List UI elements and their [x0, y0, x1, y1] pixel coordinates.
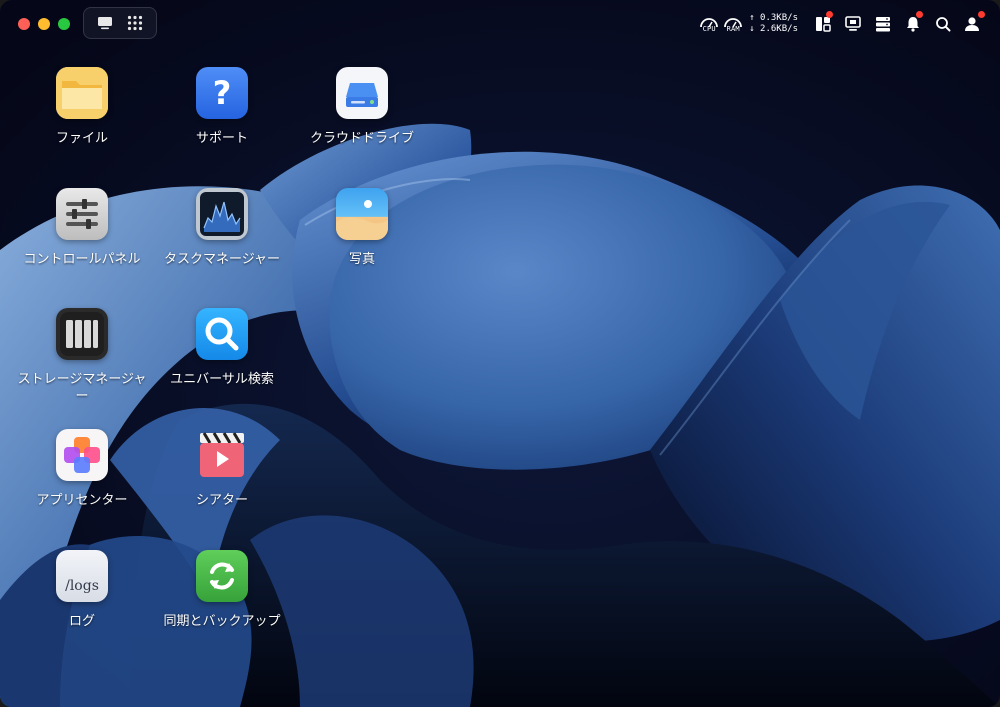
app-label: アプリセンター: [36, 492, 128, 507]
logs-tile-text: /logs: [65, 578, 99, 594]
view-switcher: [83, 7, 157, 39]
monitor-icon: [845, 16, 861, 31]
app-label: ファイル: [55, 130, 108, 145]
window-minimize-button[interactable]: [38, 18, 50, 30]
upload-speed: ↑ 0.3KB/s: [749, 13, 798, 23]
app-storage-manager[interactable]: ストレージマネージャー: [12, 308, 152, 404]
logs-icon: /logs: [56, 550, 108, 602]
user-notification-dot: [978, 11, 985, 18]
app-label: コントロールパネル: [23, 251, 141, 266]
app-app-center[interactable]: アプリセンター: [12, 429, 152, 508]
app-label: シアター: [195, 492, 248, 507]
sync-icon: [196, 550, 248, 602]
window-close-button[interactable]: [18, 18, 30, 30]
app-universal-search[interactable]: ユニバーサル検索: [152, 308, 292, 387]
app-label: ユニバーサル検索: [170, 371, 274, 386]
app-files[interactable]: ファイル: [12, 67, 152, 146]
widgets-button[interactable]: [808, 10, 838, 38]
ram-label: RAM: [726, 24, 740, 33]
desktop-window: CPU RAM ↑ 0.3KB/s ↓ 2.6KB/s ファイル ? サポート …: [0, 0, 1000, 707]
app-label: ログ: [68, 613, 95, 628]
download-speed: ↓ 2.6KB/s: [749, 24, 798, 34]
monitor-button[interactable]: [838, 10, 868, 38]
search-button[interactable]: [928, 10, 958, 38]
storage-icon: [56, 308, 108, 360]
app-center-icon: [56, 429, 108, 481]
app-label: 同期とバックアップ: [163, 613, 281, 628]
window-maximize-button[interactable]: [58, 18, 70, 30]
app-support[interactable]: ? サポート: [152, 67, 292, 146]
cloud-drive-icon: [336, 67, 388, 119]
sliders-icon: [56, 188, 108, 240]
activity-chart-icon: [196, 188, 248, 240]
network-speed[interactable]: ↑ 0.3KB/s ↓ 2.6KB/s: [749, 13, 798, 35]
folder-icon: [56, 67, 108, 119]
notifications-button[interactable]: [898, 10, 928, 38]
app-label: ストレージマネージャー: [17, 371, 147, 403]
apps-grid-icon[interactable]: [125, 13, 145, 33]
user-button[interactable]: [958, 10, 988, 38]
search-icon: [936, 17, 951, 32]
desktop-view-icon[interactable]: [95, 13, 115, 33]
top-bar: CPU RAM ↑ 0.3KB/s ↓ 2.6KB/s: [0, 0, 1000, 48]
app-label: 写真: [348, 251, 375, 266]
server-icon: [876, 17, 890, 32]
app-sync-backup[interactable]: 同期とバックアップ: [152, 550, 292, 629]
cpu-label: CPU: [702, 24, 716, 33]
help-icon: ?: [196, 67, 248, 119]
widgets-notification-dot: [826, 11, 833, 18]
app-task-manager[interactable]: タスクマネージャー: [152, 188, 292, 267]
app-theater[interactable]: シアター: [152, 429, 292, 508]
theater-icon: [196, 429, 248, 481]
app-logs[interactable]: /logs ログ: [12, 550, 152, 629]
app-label: クラウドドライブ: [309, 130, 414, 145]
notifications-dot: [916, 11, 923, 18]
magnifier-icon: [196, 308, 248, 360]
app-label: タスクマネージャー: [163, 251, 281, 266]
server-button[interactable]: [868, 10, 898, 38]
ram-gauge[interactable]: RAM: [721, 10, 745, 38]
cpu-gauge[interactable]: CPU: [697, 10, 721, 38]
app-label: サポート: [195, 130, 248, 145]
photo-icon: [336, 188, 388, 240]
app-cloud-drive[interactable]: クラウドドライブ: [292, 67, 432, 146]
app-control-panel[interactable]: コントロールパネル: [12, 188, 152, 267]
app-photos[interactable]: 写真: [292, 188, 432, 267]
system-tray: CPU RAM ↑ 0.3KB/s ↓ 2.6KB/s: [697, 10, 988, 38]
